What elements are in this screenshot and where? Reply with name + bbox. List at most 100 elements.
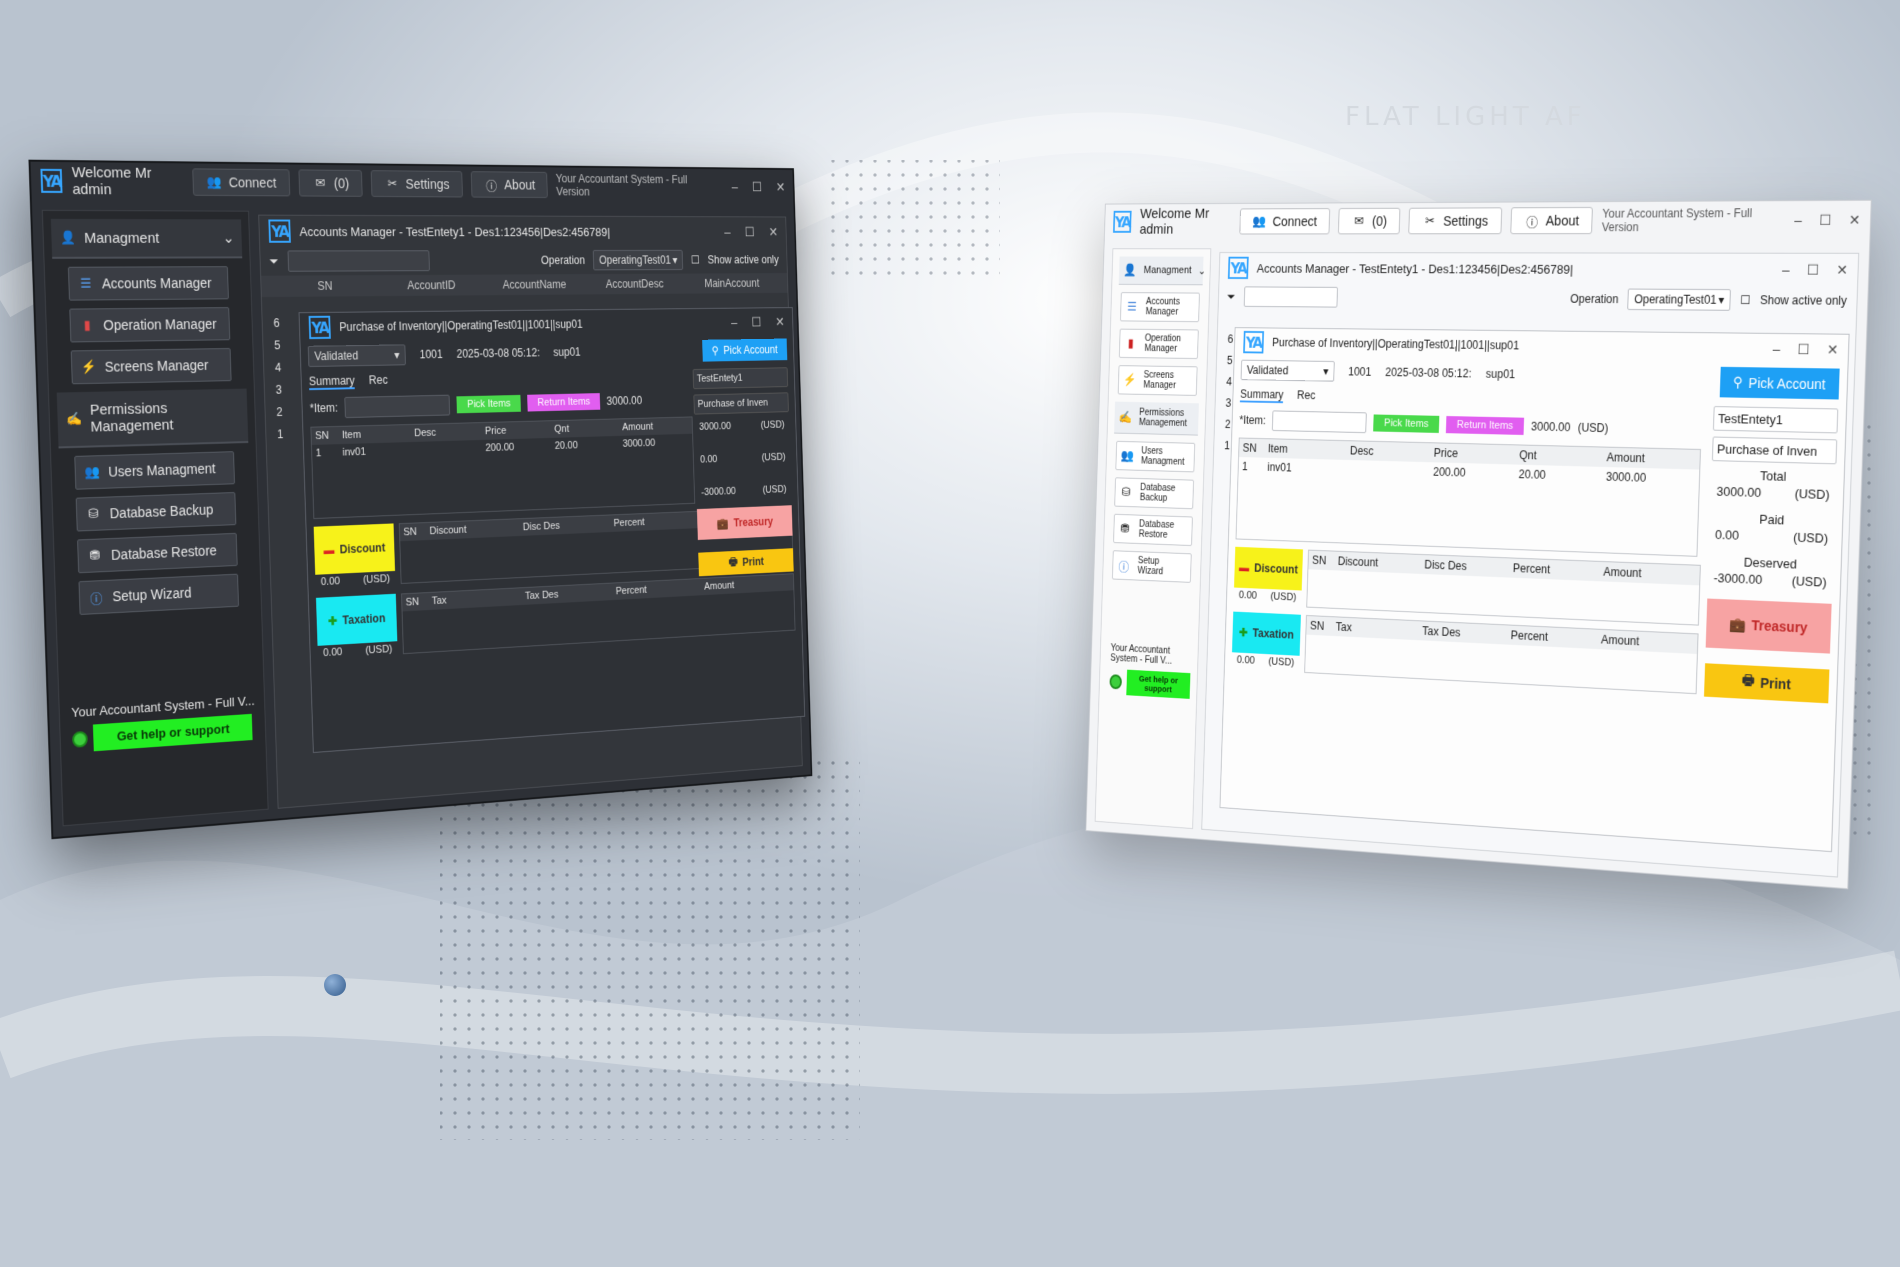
sidebar-item-accounts-manager[interactable]: ☰ Accounts Manager bbox=[1120, 292, 1200, 322]
purchase-title: Purchase of Inventory||OperatingTest01||… bbox=[1272, 336, 1519, 352]
show-active-checkbox[interactable]: ☐ bbox=[691, 254, 700, 267]
operation-select[interactable]: OperatingTest01 ▾ bbox=[593, 250, 683, 270]
sidebar-item-accounts-manager[interactable]: ☰ Accounts Manager bbox=[68, 266, 229, 300]
filter-input[interactable] bbox=[1243, 286, 1337, 307]
tax-sum: 0.00 (USD) bbox=[1232, 652, 1300, 670]
minimize-icon[interactable]: – bbox=[1794, 212, 1802, 229]
document-datetime[interactable]: 2025-03-08 05:12: bbox=[1385, 366, 1472, 381]
connect-button[interactable]: 👥 Connect bbox=[1239, 208, 1330, 234]
entity-field[interactable]: TestEntety1 bbox=[693, 367, 788, 389]
row-number[interactable]: 1 bbox=[272, 427, 303, 450]
taxation-button[interactable]: ✚ Taxation bbox=[316, 594, 397, 646]
chevron-down-icon[interactable]: ⌄ bbox=[222, 229, 234, 247]
sidebar-item-database-restore[interactable]: ⛃ Database Restore bbox=[77, 533, 238, 573]
currency-label: (USD) bbox=[1793, 530, 1828, 546]
row-number[interactable]: 6 bbox=[268, 316, 300, 339]
sidebar-item-setup-wizard[interactable]: ⓘ Setup Wizard bbox=[1112, 550, 1192, 583]
maximize-icon[interactable]: ☐ bbox=[751, 314, 761, 329]
status-select[interactable]: Validated ▾ bbox=[1241, 360, 1335, 382]
maximize-icon[interactable]: ☐ bbox=[1819, 211, 1832, 228]
sidebar-item-users-management[interactable]: 👥 Users Managment bbox=[1115, 441, 1195, 473]
pick-items-button[interactable]: Pick Items bbox=[457, 395, 521, 413]
sidebar-item-operation-manager[interactable]: ▮ Operation Manager bbox=[1119, 329, 1199, 359]
discount-label: Discount bbox=[340, 541, 386, 556]
print-button[interactable]: 🖶 Print bbox=[1704, 663, 1829, 703]
close-icon[interactable]: ✕ bbox=[1849, 211, 1861, 228]
status-select[interactable]: Validated ▾ bbox=[308, 344, 406, 367]
chevron-down-icon[interactable]: ⌄ bbox=[1198, 264, 1206, 276]
entity-field[interactable]: TestEntety1 bbox=[1713, 406, 1838, 433]
sidebar-item-setup-wizard[interactable]: ⓘ Setup Wizard bbox=[78, 574, 239, 615]
tab-summary[interactable]: Summary bbox=[1240, 387, 1284, 403]
close-icon[interactable]: ✕ bbox=[768, 224, 778, 239]
maximize-icon[interactable]: ☐ bbox=[1807, 261, 1820, 278]
discount-button[interactable]: ▬ Discount bbox=[314, 523, 395, 574]
messages-button[interactable]: ✉ (0) bbox=[1338, 208, 1401, 235]
tab-rec[interactable]: Rec bbox=[369, 373, 388, 389]
about-label: About bbox=[504, 177, 535, 192]
minimize-icon[interactable]: – bbox=[724, 224, 731, 239]
minimize-icon[interactable]: – bbox=[731, 179, 738, 194]
help-button[interactable]: Get help or support bbox=[1126, 670, 1190, 699]
row-number[interactable]: 5 bbox=[269, 338, 301, 361]
row-number[interactable]: 3 bbox=[270, 383, 301, 406]
show-active-checkbox[interactable]: ☐ bbox=[1740, 293, 1751, 307]
document-datetime[interactable]: 2025-03-08 05:12: bbox=[456, 346, 540, 361]
maximize-icon[interactable]: ☐ bbox=[1797, 341, 1810, 358]
item-input[interactable] bbox=[1272, 410, 1367, 433]
sidebar-item-screens-manager[interactable]: ⚡ Screens Manager bbox=[1118, 365, 1198, 396]
close-icon[interactable]: ✕ bbox=[776, 179, 786, 194]
pick-account-button[interactable]: ⚲ Pick Account bbox=[1719, 367, 1839, 400]
briefcase-icon: 💼 bbox=[1729, 616, 1746, 633]
document-type-field[interactable]: Purchase of Inven bbox=[1712, 437, 1837, 465]
treasury-button[interactable]: 💼 Treasury bbox=[697, 505, 793, 540]
close-icon[interactable]: ✕ bbox=[775, 314, 785, 329]
minimize-icon[interactable]: – bbox=[731, 314, 738, 329]
sidebar-item-database-backup[interactable]: ⛁ Database Backup bbox=[1114, 477, 1194, 509]
row-number[interactable]: 4 bbox=[269, 360, 300, 383]
tools-icon: ✂ bbox=[384, 175, 400, 192]
maximize-icon[interactable]: ☐ bbox=[744, 224, 754, 239]
tab-summary[interactable]: Summary bbox=[309, 374, 355, 390]
purchase-title: Purchase of Inventory||OperatingTest01||… bbox=[339, 318, 583, 334]
about-button[interactable]: ⓘ About bbox=[471, 171, 549, 198]
pick-account-button[interactable]: ⚲ Pick Account bbox=[702, 339, 788, 362]
discount-button[interactable]: ▬ Discount bbox=[1234, 547, 1303, 591]
sidebar-item-screens-manager[interactable]: ⚡ Screens Manager bbox=[71, 348, 232, 384]
minimize-icon[interactable]: – bbox=[1782, 261, 1790, 278]
maximize-icon[interactable]: ☐ bbox=[752, 179, 762, 194]
sidebar-label: Database Restore bbox=[111, 542, 217, 562]
close-icon[interactable]: ✕ bbox=[1836, 261, 1848, 278]
sidebar-item-operation-manager[interactable]: ▮ Operation Manager bbox=[69, 307, 230, 342]
group-management[interactable]: 👤 Managment ⌄ bbox=[1119, 257, 1204, 286]
settings-button[interactable]: ✂ Settings bbox=[1408, 207, 1502, 234]
group-management[interactable]: 👤 Managment ⌄ bbox=[51, 219, 242, 259]
return-items-button[interactable]: Return Items bbox=[1446, 416, 1524, 435]
about-button[interactable]: ⓘ About bbox=[1510, 207, 1593, 234]
treasury-button[interactable]: 💼 Treasury bbox=[1706, 599, 1832, 654]
document-type-field[interactable]: Purchase of Inven bbox=[693, 392, 788, 414]
settings-button[interactable]: ✂ Settings bbox=[371, 170, 463, 197]
group-permissions[interactable]: ✍ Permissions Management bbox=[1114, 402, 1199, 436]
filter-input[interactable] bbox=[287, 250, 429, 271]
pick-items-button[interactable]: Pick Items bbox=[1373, 414, 1439, 433]
sidebar-item-database-restore[interactable]: ⛃ Database Restore bbox=[1113, 514, 1193, 546]
messages-button[interactable]: ✉ (0) bbox=[298, 169, 362, 196]
app-logo-icon: YA bbox=[1228, 257, 1249, 279]
row-number[interactable]: 2 bbox=[271, 405, 302, 428]
minimize-icon[interactable]: – bbox=[1772, 340, 1780, 357]
print-button[interactable]: 🖶 Print bbox=[698, 548, 793, 576]
help-button[interactable]: Get help or support bbox=[93, 714, 253, 751]
return-items-button[interactable]: Return Items bbox=[527, 393, 600, 411]
group-permissions[interactable]: ✍ Permissions Management bbox=[57, 389, 249, 449]
connect-button[interactable]: 👥 Connect bbox=[192, 168, 290, 196]
operation-select[interactable]: OperatingTest01 ▾ bbox=[1627, 289, 1731, 311]
item-input[interactable] bbox=[345, 395, 451, 418]
close-icon[interactable]: ✕ bbox=[1827, 341, 1839, 358]
taxation-button[interactable]: ✚ Taxation bbox=[1232, 612, 1301, 656]
col-sn: SN bbox=[315, 430, 342, 442]
sidebar-item-database-backup[interactable]: ⛁ Database Backup bbox=[76, 492, 237, 532]
tab-rec[interactable]: Rec bbox=[1297, 389, 1316, 404]
briefcase-icon: 💼 bbox=[717, 517, 729, 530]
sidebar-item-users-management[interactable]: 👥 Users Managment bbox=[74, 451, 235, 490]
